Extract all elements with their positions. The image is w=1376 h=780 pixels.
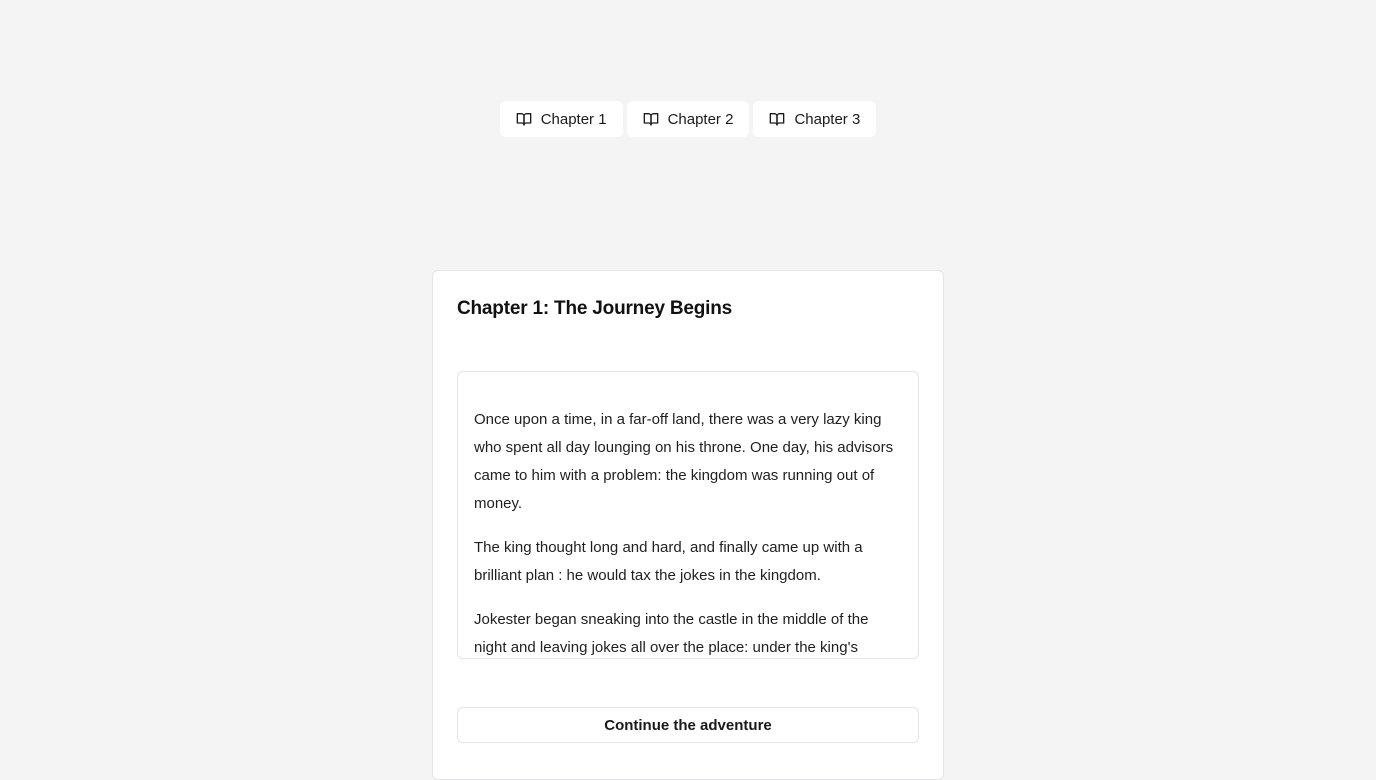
story-paragraph: The king thought long and hard, and fina… <box>474 539 863 584</box>
tab-chapter-2[interactable]: Chapter 2 <box>626 101 750 137</box>
tab-label: Chapter 1 <box>540 110 607 128</box>
chapter-tabs: Chapter 1 Chapter 2 Chapter 3 <box>0 101 1376 137</box>
story-paragraph: Jokester began sneaking into the castle … <box>474 611 869 656</box>
story-scroll-area[interactable]: Once upon a time, in a far-off land, the… <box>457 371 919 659</box>
tab-label: Chapter 2 <box>667 110 734 128</box>
book-open-icon <box>643 111 659 127</box>
tab-chapter-1[interactable]: Chapter 1 <box>499 101 623 137</box>
tab-label: Chapter 3 <box>794 110 861 128</box>
story-content: Once upon a time, in a far-off land, the… <box>458 372 918 658</box>
continue-adventure-button[interactable]: Continue the adventure <box>457 707 919 743</box>
tab-chapter-3[interactable]: Chapter 3 <box>753 101 877 137</box>
chapter-card: Chapter 1: The Journey Begins Once upon … <box>432 270 944 780</box>
book-open-icon <box>769 111 785 127</box>
chapter-title: Chapter 1: The Journey Begins <box>457 298 733 319</box>
story-paragraph: Once upon a time, in a far-off land, the… <box>474 411 894 512</box>
book-open-icon <box>516 111 532 127</box>
